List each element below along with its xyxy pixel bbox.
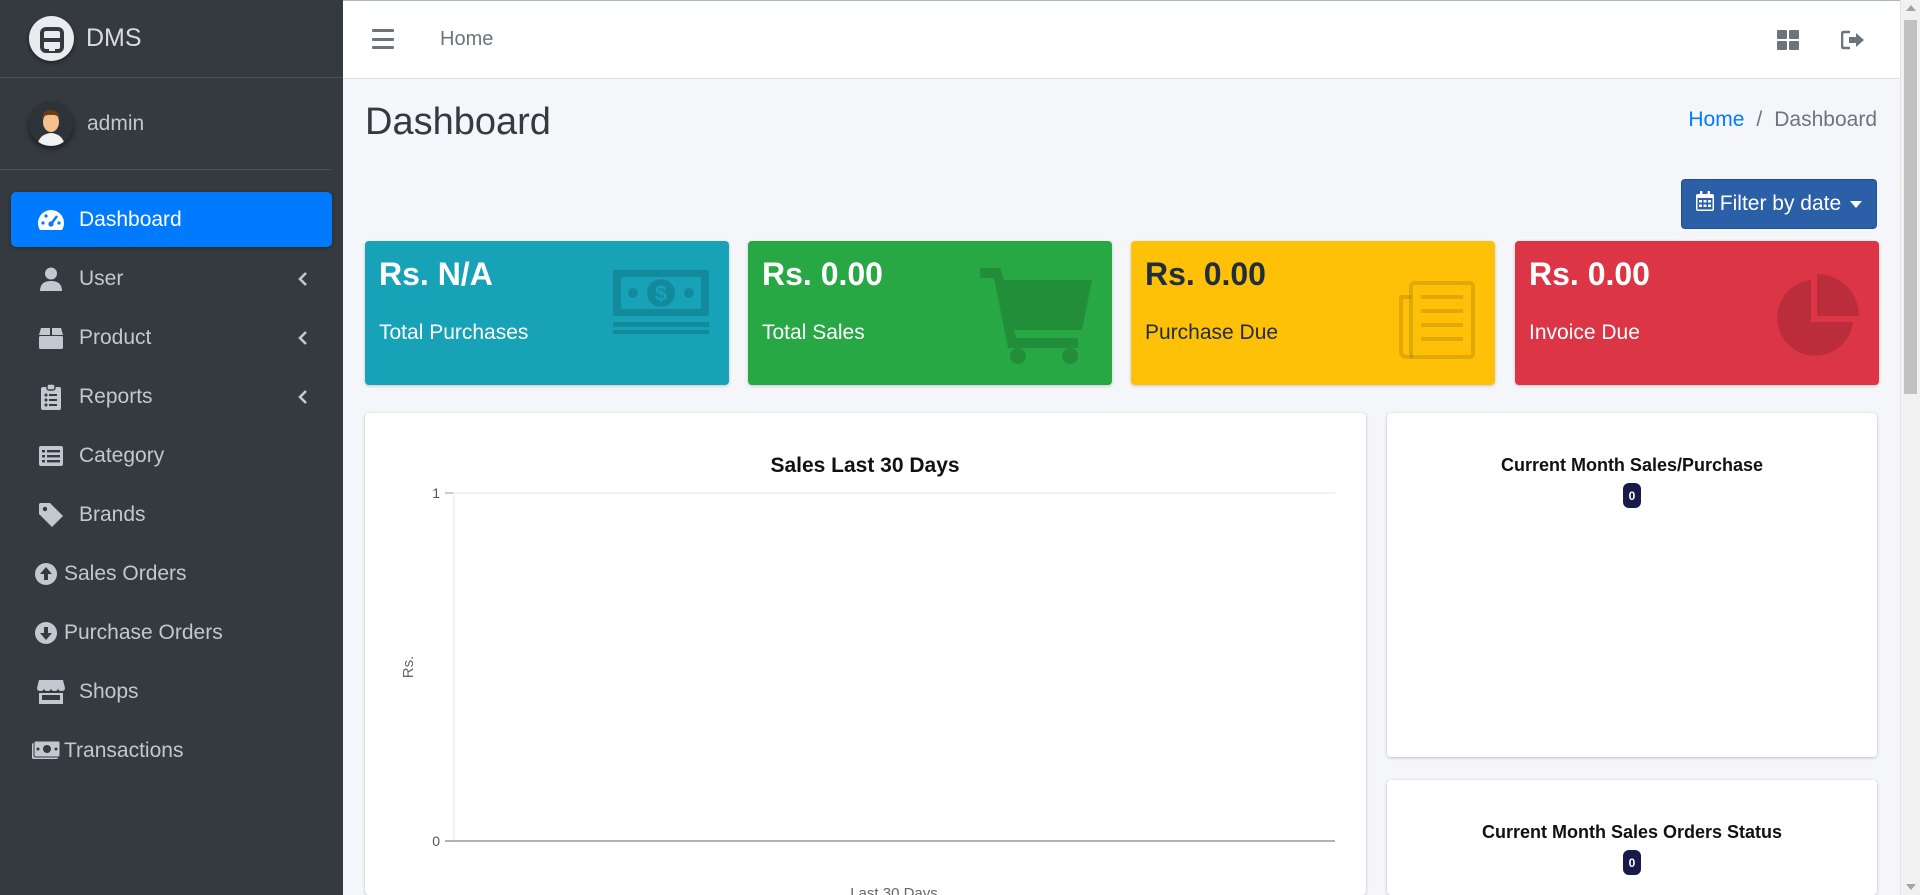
- stat-value: Rs. N/A: [379, 256, 493, 292]
- sales-chart: Sales Last 30 Days 1 0 Rs. Last 30 Days: [400, 454, 1335, 895]
- sidebar-item-label: Brands: [79, 502, 146, 526]
- stat-value: Rs. 0.00: [1529, 256, 1650, 292]
- chart-y-axis-label: Rs.: [400, 656, 417, 679]
- total-purchases-box[interactable]: Rs. N/A Total Purchases $: [365, 241, 729, 385]
- svg-text:$: $: [655, 281, 667, 306]
- chart-y-tick-label: 0: [432, 833, 440, 849]
- brand-link[interactable]: DMS: [0, 0, 343, 78]
- breadcrumb-home-link[interactable]: Home: [1688, 108, 1744, 132]
- sales-last-30-days-card: Sales Last 30 Days 1 0 Rs. Last 30 Days: [365, 413, 1366, 895]
- user-panel[interactable]: admin: [0, 78, 331, 170]
- total-sales-box[interactable]: Rs. 0.00 Total Sales: [748, 241, 1112, 385]
- user-name: admin: [87, 111, 145, 135]
- box-icon: [37, 324, 65, 352]
- pie-chart-icon: [1771, 274, 1859, 367]
- scroll-thumb[interactable]: [1904, 20, 1917, 394]
- caret-down-icon: [1850, 200, 1863, 208]
- chevron-left-icon: [298, 271, 312, 287]
- filter-by-date-button[interactable]: Filter by date: [1681, 179, 1877, 229]
- filter-by-date-label: Filter by date: [1719, 192, 1842, 215]
- brand-name: DMS: [86, 24, 142, 52]
- sidebar-item-purchase-orders[interactable]: Purchase Orders: [11, 605, 332, 660]
- topbar: Home: [343, 0, 1900, 79]
- page-title: Dashboard: [365, 101, 551, 143]
- sidebar-item-label: Product: [79, 325, 152, 349]
- sidebar-item-label: Transactions: [64, 738, 184, 762]
- user-icon: [37, 265, 65, 293]
- breadcrumb-current: Dashboard: [1774, 108, 1877, 131]
- current-month-sales-orders-status-card: Current Month Sales Orders Status 0: [1387, 780, 1877, 895]
- card-title: Current Month Sales Orders Status: [1481, 822, 1783, 842]
- money-bill-icon: $: [613, 266, 711, 339]
- chevron-left-icon: [298, 389, 312, 405]
- sidebar-item-transactions[interactable]: Transactions: [11, 723, 332, 778]
- sidebar-nav: Dashboard User Product Reports Category …: [0, 170, 343, 778]
- count-badge: 0: [1623, 483, 1641, 508]
- sidebar-item-label: Category: [79, 443, 165, 467]
- page-scrollbar[interactable]: [1900, 0, 1920, 895]
- sidebar-item-label: Shops: [79, 679, 139, 703]
- sidebar-item-shops[interactable]: Shops: [11, 664, 332, 719]
- card-title: Current Month Sales/Purchase: [1500, 455, 1764, 475]
- newspaper-icon: [1399, 281, 1475, 364]
- money-bill-icon: [32, 737, 60, 765]
- breadcrumb: Home / Dashboard: [1688, 108, 1877, 132]
- sidebar-item-product[interactable]: Product: [11, 310, 332, 365]
- sidebar-item-label: Purchase Orders: [64, 620, 223, 644]
- scroll-up-arrow-icon[interactable]: [1906, 5, 1916, 11]
- purchase-due-box[interactable]: Rs. 0.00 Purchase Due: [1131, 241, 1495, 385]
- hamburger-menu-icon[interactable]: [372, 29, 394, 49]
- sign-out-icon[interactable]: [1841, 28, 1865, 52]
- current-month-sales-purchase-card: Current Month Sales/Purchase 0: [1387, 413, 1877, 757]
- store-icon: [37, 678, 65, 706]
- sidebar-item-label: Sales Orders: [64, 561, 187, 585]
- tachometer-icon: [37, 206, 65, 234]
- topbar-home-link[interactable]: Home: [440, 28, 493, 51]
- sidebar-item-category[interactable]: Category: [11, 428, 332, 483]
- sidebar-item-user[interactable]: User: [11, 251, 332, 306]
- tag-icon: [37, 501, 65, 529]
- clipboard-list-icon: [37, 383, 65, 411]
- sidebar-item-brands[interactable]: Brands: [11, 487, 332, 542]
- chevron-left-icon: [298, 330, 312, 346]
- list-alt-icon: [37, 442, 65, 470]
- count-badge: 0: [1623, 850, 1641, 875]
- brand-logo-icon: [29, 16, 74, 61]
- stat-label: Purchase Due: [1145, 321, 1279, 344]
- chart-y-tick-label: 1: [432, 485, 440, 501]
- invoice-due-box[interactable]: Rs. 0.00 Invoice Due: [1515, 241, 1879, 385]
- sidebar-item-reports[interactable]: Reports: [11, 369, 332, 424]
- shopping-cart-icon: [980, 268, 1092, 369]
- calendar-icon: [1695, 191, 1714, 217]
- chart-title: Sales Last 30 Days: [770, 454, 959, 477]
- sidebar-item-label: User: [79, 266, 124, 290]
- stat-label: Total Purchases: [379, 321, 529, 344]
- sidebar: DMS admin Dashboard User Product Reports…: [0, 0, 343, 895]
- sidebar-item-sales-orders[interactable]: Sales Orders: [11, 546, 332, 601]
- stat-value: Rs. 0.00: [762, 256, 883, 292]
- arrow-circle-up-icon: [32, 560, 60, 588]
- sidebar-item-dashboard[interactable]: Dashboard: [11, 192, 332, 247]
- grid-icon[interactable]: [1776, 28, 1800, 52]
- stat-label: Total Sales: [762, 321, 865, 344]
- stat-label: Invoice Due: [1529, 321, 1640, 344]
- breadcrumb-separator: /: [1756, 108, 1763, 131]
- avatar: [29, 101, 73, 146]
- sidebar-item-label: Dashboard: [79, 207, 182, 231]
- chart-x-axis-label: Last 30 Days: [850, 885, 938, 895]
- stat-value: Rs. 0.00: [1145, 256, 1266, 292]
- sidebar-item-label: Reports: [79, 384, 153, 408]
- scroll-down-arrow-icon[interactable]: [1906, 884, 1916, 890]
- arrow-circle-down-icon: [32, 619, 60, 647]
